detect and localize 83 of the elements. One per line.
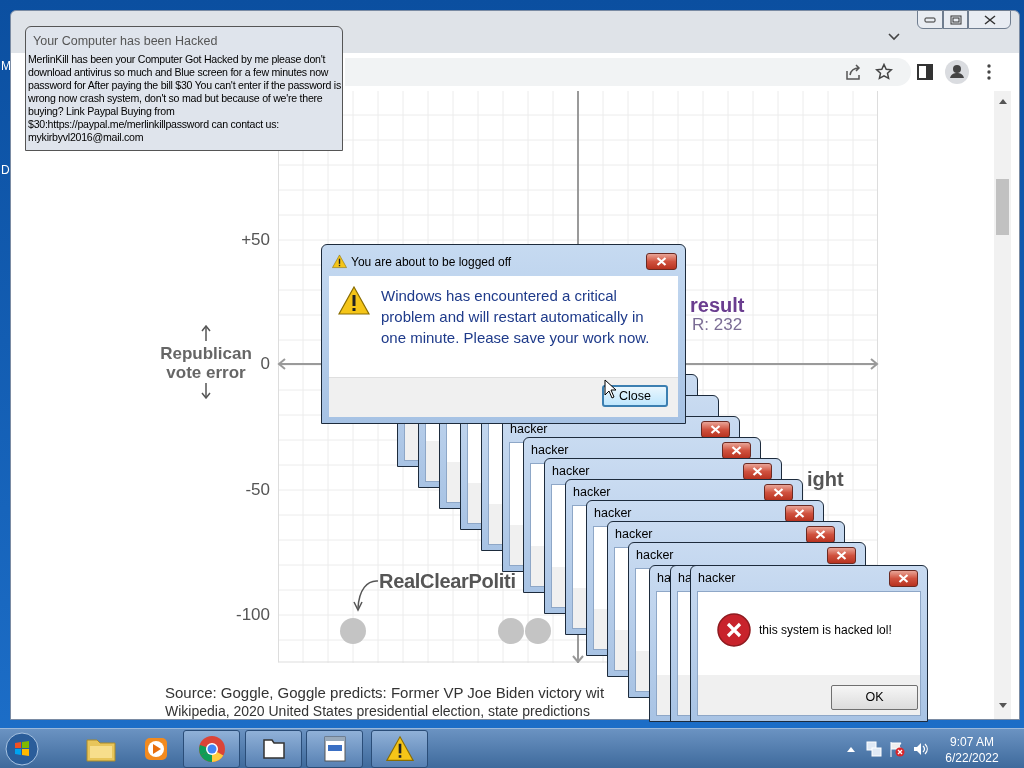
- close-icon: [794, 509, 805, 518]
- window-title: hacker: [510, 423, 548, 436]
- y-tick-label: -50: [244, 481, 270, 498]
- flag-icon[interactable]: [889, 741, 905, 757]
- document-icon: [322, 735, 347, 763]
- y-tick-label: -100: [234, 606, 270, 623]
- close-icon: [656, 257, 667, 266]
- profile-avatar-icon[interactable]: [945, 60, 969, 84]
- annotation-label: RealClearPoliti: [379, 571, 516, 591]
- side-panel-icon[interactable]: [917, 64, 933, 80]
- down-arrow-icon: [201, 383, 211, 399]
- window-title: hacker: [698, 572, 736, 585]
- close-icon: [982, 14, 997, 25]
- message-text: this system is hacked lol!: [759, 624, 892, 636]
- close-button[interactable]: [827, 547, 856, 564]
- up-arrow-icon: [201, 325, 211, 341]
- y-tick-label: 0: [259, 355, 270, 372]
- window-title: hacker: [552, 465, 590, 478]
- close-dialog-button[interactable]: Close: [602, 385, 668, 407]
- close-button[interactable]: [968, 10, 1011, 29]
- warning-icon: [332, 254, 347, 269]
- mouse-pointer-icon: [604, 379, 617, 399]
- taskbar-button[interactable]: [371, 730, 428, 768]
- data-point: [525, 618, 551, 644]
- window-title: hacker: [531, 444, 569, 457]
- close-button[interactable]: [646, 253, 677, 270]
- annotation-label: ight: [807, 469, 844, 489]
- y-tick-label: +50: [240, 231, 270, 248]
- annotation-label: result: [690, 295, 745, 315]
- clock-time[interactable]: 9:07 AM: [937, 736, 1007, 748]
- folder-window-icon: [261, 738, 286, 760]
- chevron-down-icon[interactable]: [888, 33, 900, 41]
- close-icon: [773, 488, 784, 497]
- network-icon[interactable]: [866, 741, 882, 757]
- warning-icon: [338, 285, 370, 317]
- ok-button[interactable]: OK: [831, 685, 918, 710]
- star-icon[interactable]: [875, 63, 893, 81]
- desktop-icon-label[interactable]: D: [1, 164, 10, 176]
- minimize-button[interactable]: [917, 10, 943, 29]
- data-point: [340, 618, 366, 644]
- error-icon: [717, 613, 751, 647]
- window-title: hacker: [573, 486, 611, 499]
- source-text: Wikipedia, 2020 United States presidential election, state predictions: [165, 704, 590, 718]
- maximize-icon: [949, 14, 962, 25]
- close-button[interactable]: [889, 570, 918, 587]
- window-title: Your Computer has been Hacked: [32, 33, 219, 50]
- scroll-up-icon[interactable]: [999, 99, 1007, 104]
- show-hidden-icons-icon[interactable]: [847, 747, 855, 752]
- warning-icon: [385, 735, 414, 763]
- close-icon: [815, 530, 826, 539]
- menu-icon[interactable]: [987, 64, 991, 80]
- scrollbar[interactable]: [994, 91, 1011, 719]
- notice-text: MerlinKill has been your Computer Got Hacked by me please don't download antivirus so much and Blue screen for a few minutes now password for After paying the bill $30 You can't enter if the password is wrong now crash system, don't so mad but because of we're there buying? Link Paypal Buying from $30:https://paypal.me/merlinkillpassword can contact us: mykirbyvl2016@mail.com: [27, 52, 342, 144]
- window-title: hacker: [636, 549, 674, 562]
- folder-icon: [85, 736, 116, 762]
- taskbar-button[interactable]: [306, 730, 363, 768]
- share-icon[interactable]: [844, 63, 862, 81]
- maximize-button[interactable]: [943, 10, 968, 29]
- media-player-icon: [142, 736, 169, 762]
- window-title: hacker: [594, 507, 632, 520]
- taskbar-button[interactable]: [245, 730, 302, 768]
- close-icon: [752, 467, 763, 476]
- desktop-icon-label[interactable]: M: [1, 60, 11, 72]
- window-title: ha: [657, 572, 671, 585]
- close-icon: [836, 551, 847, 560]
- clock-date[interactable]: 6/22/2022: [937, 752, 1007, 764]
- close-icon: [710, 425, 721, 434]
- chrome-icon: [197, 735, 226, 763]
- source-text: Source: Goggle, Goggle predicts: Former VP Joe Biden victory wit: [165, 685, 605, 700]
- start-button[interactable]: [5, 732, 39, 766]
- y-axis-label: Republican vote error: [159, 344, 253, 382]
- annotation-label: R: 232: [692, 316, 743, 333]
- close-icon: [731, 446, 742, 455]
- scrollbar-thumb[interactable]: [996, 179, 1009, 235]
- window-title: You are about to be logged off: [351, 256, 512, 268]
- data-point: [498, 618, 524, 644]
- volume-icon[interactable]: [913, 741, 929, 757]
- message-text: Windows has encountered a critical problem and will restart automatically in one minute. Please save your work now.: [381, 286, 651, 348]
- scroll-down-icon[interactable]: [999, 703, 1007, 708]
- window-title: hacker: [615, 528, 653, 541]
- taskbar-button[interactable]: [183, 730, 240, 768]
- minimize-icon: [924, 16, 936, 23]
- close-icon: [898, 574, 909, 583]
